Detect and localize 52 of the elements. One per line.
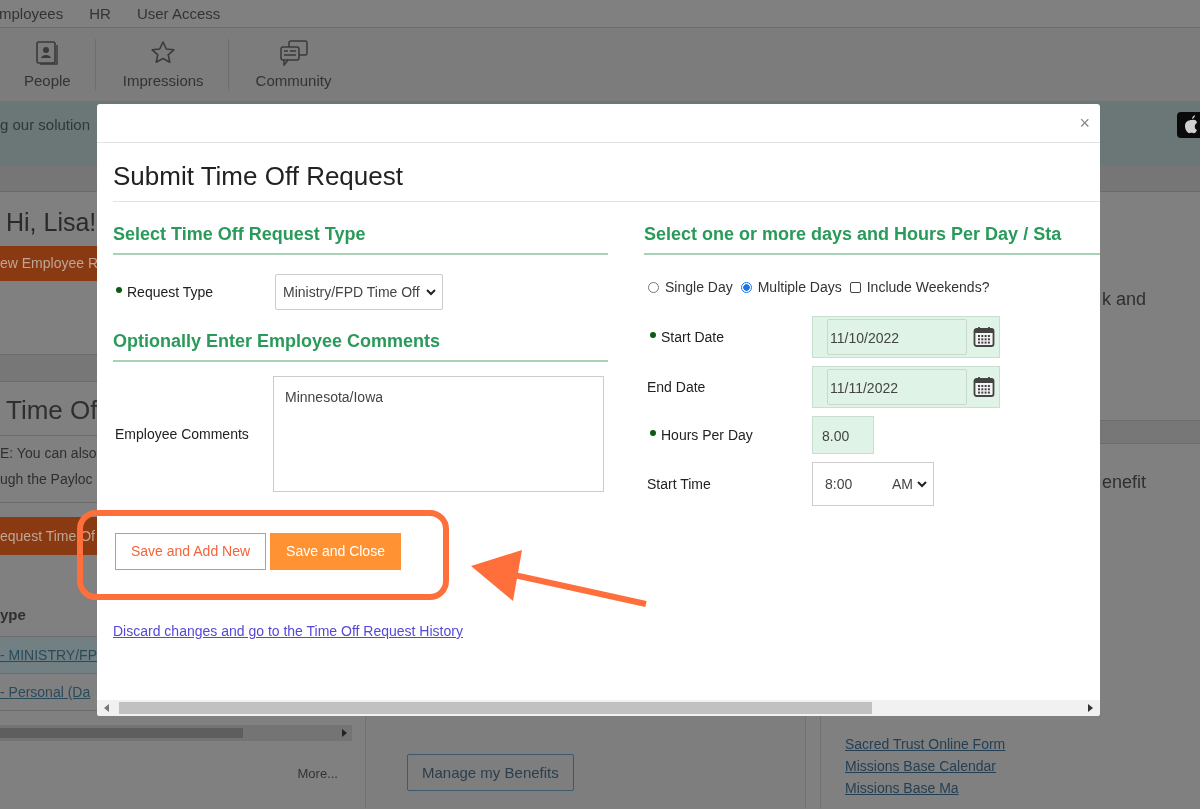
option-label: Include Weekends? [866,279,990,295]
date-picker[interactable]: 11/10/2022 [812,316,1000,358]
field-label: Start Date [644,329,812,345]
toolbar-button[interactable]: Community [253,40,334,89]
toolbar-button[interactable]: Impressions [120,40,206,89]
chat-bubbles-icon [278,40,309,66]
note-text: E: You can also [0,444,97,463]
nav-link[interactable]: User Access [136,5,221,22]
request-type-dropdown[interactable]: Ministry/FPD Time Off [275,274,443,310]
date-picker[interactable]: 11/11/2022 [812,366,1000,408]
field-label: Hours Per Day [644,427,812,443]
nav-link[interactable]: mployees [0,5,64,22]
hours-field[interactable]: 8.00 [812,416,874,454]
more-link[interactable]: More... [0,766,352,781]
scrollbar[interactable] [0,725,352,741]
banner-text: g our solution [0,116,91,135]
resource-link[interactable]: Missions Base Ma [845,780,1200,796]
star-icon [150,40,177,66]
section-heading: Select one or more days and Hours Per Day / Sta [644,224,1100,255]
close-button[interactable]: × [1079,114,1090,132]
apple-icon [1177,112,1200,138]
save-and-add-new-button[interactable]: Save and Add New [115,533,267,570]
calendar-icon [973,376,995,398]
scroll-left-icon [103,704,111,712]
resource-link[interactable]: Missions Base Calendar [845,758,1200,774]
section-heading: Optionally Enter Employee Comments [113,331,608,362]
field-label: Start Time [646,476,712,492]
field-label: Request Type [113,284,275,300]
contact-card-icon [34,40,61,66]
calendar-icon [973,326,995,348]
radio-button[interactable] [740,281,752,293]
manage-benefits-button[interactable]: Manage my Benefits [407,754,574,791]
comments-field[interactable]: Minnesota/Iowa [273,376,604,492]
nav-link[interactable]: HR [89,5,111,22]
note-text: ugh the Payloc [0,470,93,489]
checkbox[interactable] [849,281,861,293]
field-label: End Date [646,379,707,395]
scroll-right-icon [1086,704,1094,712]
panel-text: k and [1102,289,1147,310]
chevron-down-icon [425,288,436,296]
dialog-title: Submit Time Off Request [113,143,1100,202]
resource-link[interactable]: Sacred Trust Online Form [845,736,1200,752]
greeting: Hi, Lisa! [6,208,97,237]
panel-text: enefit [1102,472,1147,493]
option-label: Single Day [665,279,733,295]
save-and-close-button[interactable]: Save and Close [270,533,401,570]
toolbar-button[interactable]: People [22,40,73,89]
option-label: Multiple Days [757,279,842,295]
section-heading: Select Time Off Request Type [113,224,608,255]
start-time-dropdown[interactable]: 8:00 AM [812,462,934,506]
chevron-down-icon [917,480,927,488]
scrollbar[interactable] [97,700,1100,716]
